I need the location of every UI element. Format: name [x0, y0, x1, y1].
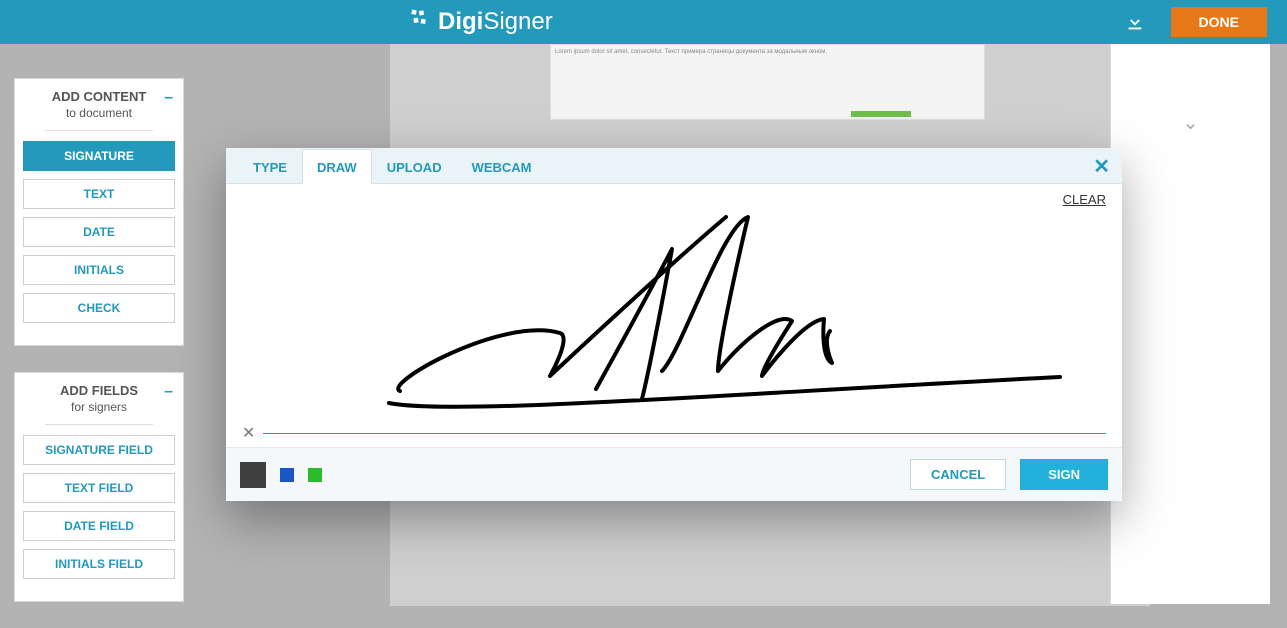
modal-footer: CANCEL SIGN: [226, 447, 1122, 501]
color-swatch-black[interactable]: [240, 462, 266, 488]
color-swatch-blue[interactable]: [280, 468, 294, 482]
modal-overlay: TYPE DRAW UPLOAD WEBCAM ✕ CLEAR ✕ CANCEL: [0, 0, 1287, 606]
x-mark-icon: ✕: [242, 423, 255, 443]
sign-button[interactable]: SIGN: [1020, 459, 1108, 490]
tab-upload[interactable]: UPLOAD: [372, 149, 457, 183]
signature-drawing: [242, 211, 1106, 421]
tab-draw[interactable]: DRAW: [302, 149, 372, 184]
clear-button[interactable]: CLEAR: [242, 192, 1106, 207]
color-swatch-green[interactable]: [308, 468, 322, 482]
tab-type[interactable]: TYPE: [238, 149, 302, 183]
signature-line: ✕: [242, 423, 1106, 443]
close-icon[interactable]: ✕: [1093, 154, 1110, 179]
tab-webcam[interactable]: WEBCAM: [457, 149, 547, 183]
signature-canvas[interactable]: [242, 211, 1106, 421]
modal-tabs: TYPE DRAW UPLOAD WEBCAM ✕: [226, 148, 1122, 184]
signature-modal: TYPE DRAW UPLOAD WEBCAM ✕ CLEAR ✕ CANCEL: [226, 148, 1122, 501]
cancel-button[interactable]: CANCEL: [910, 459, 1006, 490]
